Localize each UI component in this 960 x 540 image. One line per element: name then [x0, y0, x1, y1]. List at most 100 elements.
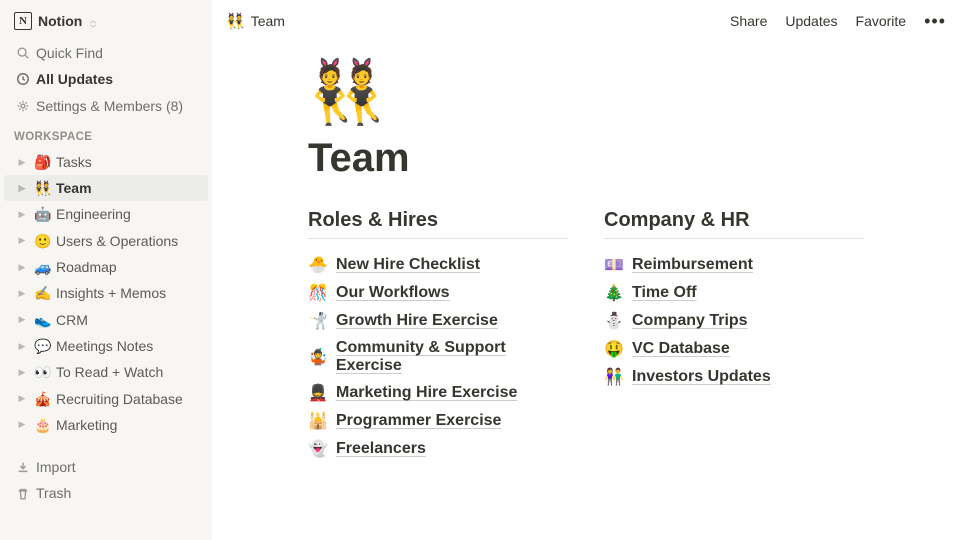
page-link[interactable]: 🤑VC Database	[604, 335, 864, 363]
page-emoji-icon: 👟	[34, 310, 50, 330]
page-link[interactable]: 🤺 Growth Hire Exercise	[308, 307, 568, 335]
sidebar-page-item[interactable]: ▶✍️Insights + Memos	[4, 280, 208, 306]
page-link[interactable]: 💂 Marketing Hire Exercise	[308, 379, 568, 407]
disclosure-triangle-icon[interactable]: ▶	[16, 340, 28, 353]
page-link[interactable]: 👫Investors Updates	[604, 363, 864, 391]
sidebar-page-label: Recruiting Database	[56, 389, 200, 409]
sidebar-page-label: Insights + Memos	[56, 283, 200, 303]
page-link-label: Programmer Exercise	[336, 412, 501, 430]
page-emoji-icon: 🎂	[34, 415, 50, 435]
sidebar-page-item[interactable]: ▶ 🤖 Engineering	[4, 201, 208, 227]
page-link-label: New Hire Checklist	[336, 256, 480, 274]
quick-find-label: Quick Find	[36, 43, 200, 63]
disclosure-triangle-icon[interactable]: ▶	[16, 392, 28, 405]
trash-button[interactable]: Trash	[4, 480, 208, 506]
page-link[interactable]: 🕌 Programmer Exercise	[308, 407, 568, 435]
sidebar-page-label: Users & Operations	[56, 231, 200, 251]
sidebar-page-item[interactable]: ▶💬Meetings Notes	[4, 333, 208, 359]
page-link[interactable]: 💷 Reimbursement	[604, 251, 864, 279]
disclosure-triangle-icon[interactable]: ▶	[16, 234, 28, 247]
search-icon	[16, 46, 30, 60]
sidebar-page-item[interactable]: ▶🚙Roadmap	[4, 254, 208, 280]
sidebar-page-label: CRM	[56, 310, 200, 330]
disclosure-triangle-icon[interactable]: ▶	[16, 261, 28, 274]
column-heading[interactable]: Roles & Hires	[308, 209, 568, 239]
trash-icon	[16, 487, 30, 501]
disclosure-triangle-icon[interactable]: ▶	[16, 287, 28, 300]
sidebar-page-item[interactable]: ▶ 👟 CRM	[4, 307, 208, 333]
page-column: Company & HR 💷 Reimbursement 🎄 Time Off ⛄Comp…	[604, 209, 864, 463]
link-emoji-icon: 🎊	[308, 283, 328, 303]
page-link[interactable]: 🎊Our Workflows	[308, 279, 568, 307]
disclosure-triangle-icon[interactable]: ▶	[16, 418, 28, 431]
import-button[interactable]: Import	[4, 454, 208, 480]
sidebar-page-item[interactable]: ▶🎒Tasks	[4, 149, 208, 175]
column-heading[interactable]: Company & HR	[604, 209, 864, 239]
more-menu-icon[interactable]: •••	[924, 12, 946, 30]
workspace-name: Notion	[38, 13, 82, 29]
sidebar-page-item[interactable]: ▶ 🙂 Users & Operations	[4, 228, 208, 254]
sidebar-page-item[interactable]: ▶ 👯 Team	[4, 175, 208, 201]
workspace-switcher[interactable]: N Notion	[0, 0, 212, 38]
page-icon[interactable]: 👯	[308, 62, 864, 124]
sidebar-page-item[interactable]: ▶🎪Recruiting Database	[4, 386, 208, 412]
page-link[interactable]: 🎄 Time Off	[604, 279, 864, 307]
page-title[interactable]: Team	[308, 136, 864, 181]
page-link[interactable]: 🐣 New Hire Checklist	[308, 251, 568, 279]
settings-members-label: Settings & Members (8)	[36, 96, 200, 116]
disclosure-triangle-icon[interactable]: ▶	[16, 366, 28, 379]
disclosure-triangle-icon[interactable]: ▶	[16, 208, 28, 221]
all-updates-label: All Updates	[36, 69, 200, 89]
link-emoji-icon: 💂	[308, 383, 328, 403]
page-emoji-icon: 👯	[34, 178, 50, 198]
page-emoji-icon: 🚙	[34, 257, 50, 277]
favorite-button[interactable]: Favorite	[856, 13, 907, 29]
settings-members-button[interactable]: Settings & Members (8)	[4, 93, 208, 119]
page-link-label: Freelancers	[336, 440, 426, 458]
link-emoji-icon: 🤹	[308, 347, 328, 367]
page-link-label: Reimbursement	[632, 256, 753, 274]
link-emoji-icon: 🎄	[604, 283, 624, 303]
clock-icon	[16, 72, 30, 86]
page-link[interactable]: 👻Freelancers	[308, 435, 568, 463]
page-emoji-icon: 🤖	[34, 204, 50, 224]
sidebar-page-label: To Read + Watch	[56, 362, 200, 382]
quick-find-button[interactable]: Quick Find	[4, 40, 208, 66]
page-link-label: Community & Support Exercise	[336, 339, 568, 375]
topbar-actions: Share Updates Favorite •••	[730, 12, 946, 30]
download-icon	[16, 460, 30, 474]
link-emoji-icon: 👫	[604, 367, 624, 387]
share-button[interactable]: Share	[730, 13, 767, 29]
link-emoji-icon: 🐣	[308, 255, 328, 275]
breadcrumb[interactable]: 👯 Team	[226, 12, 285, 30]
breadcrumb-emoji: 👯	[226, 12, 245, 30]
page-columns: Roles & Hires 🐣 New Hire Checklist 🎊Our Wor…	[308, 209, 864, 463]
link-emoji-icon: 💷	[604, 255, 624, 275]
disclosure-triangle-icon[interactable]: ▶	[16, 156, 28, 169]
sidebar-page-item[interactable]: ▶ 🎂 Marketing	[4, 412, 208, 438]
sidebar-page-label: Engineering	[56, 204, 200, 224]
topbar: 👯 Team Share Updates Favorite •••	[212, 0, 960, 38]
disclosure-triangle-icon[interactable]: ▶	[16, 313, 28, 326]
all-updates-button[interactable]: All Updates	[4, 66, 208, 92]
sidebar-page-label: Team	[56, 178, 200, 198]
sidebar-page-label: Marketing	[56, 415, 200, 435]
updates-button[interactable]: Updates	[785, 13, 837, 29]
page-body: 👯 Team Roles & Hires 🐣 New Hire Checklist 🎊…	[212, 38, 960, 463]
link-emoji-icon: 🤺	[308, 311, 328, 331]
page-link-label: Time Off	[632, 284, 697, 302]
disclosure-triangle-icon[interactable]: ▶	[16, 182, 28, 195]
page-emoji-icon: 👀	[34, 362, 50, 382]
notion-logo-icon: N	[14, 12, 32, 30]
sidebar-page-item[interactable]: ▶ 👀 To Read + Watch	[4, 359, 208, 385]
workspace-pages-list: ▶🎒Tasks▶👯Team▶🤖Engineering▶🙂Users & Oper…	[0, 147, 212, 440]
page-link-label: Marketing Hire Exercise	[336, 384, 517, 402]
page-link-label: Company Trips	[632, 312, 748, 330]
page-emoji-icon: 🙂	[34, 231, 50, 251]
link-emoji-icon: 🕌	[308, 411, 328, 431]
page-link[interactable]: 🤹 Community & Support Exercise	[308, 335, 568, 379]
sidebar-page-label: Tasks	[56, 152, 200, 172]
page-link[interactable]: ⛄Company Trips	[604, 307, 864, 335]
page-link-label: Growth Hire Exercise	[336, 312, 498, 330]
page-emoji-icon: 💬	[34, 336, 50, 356]
